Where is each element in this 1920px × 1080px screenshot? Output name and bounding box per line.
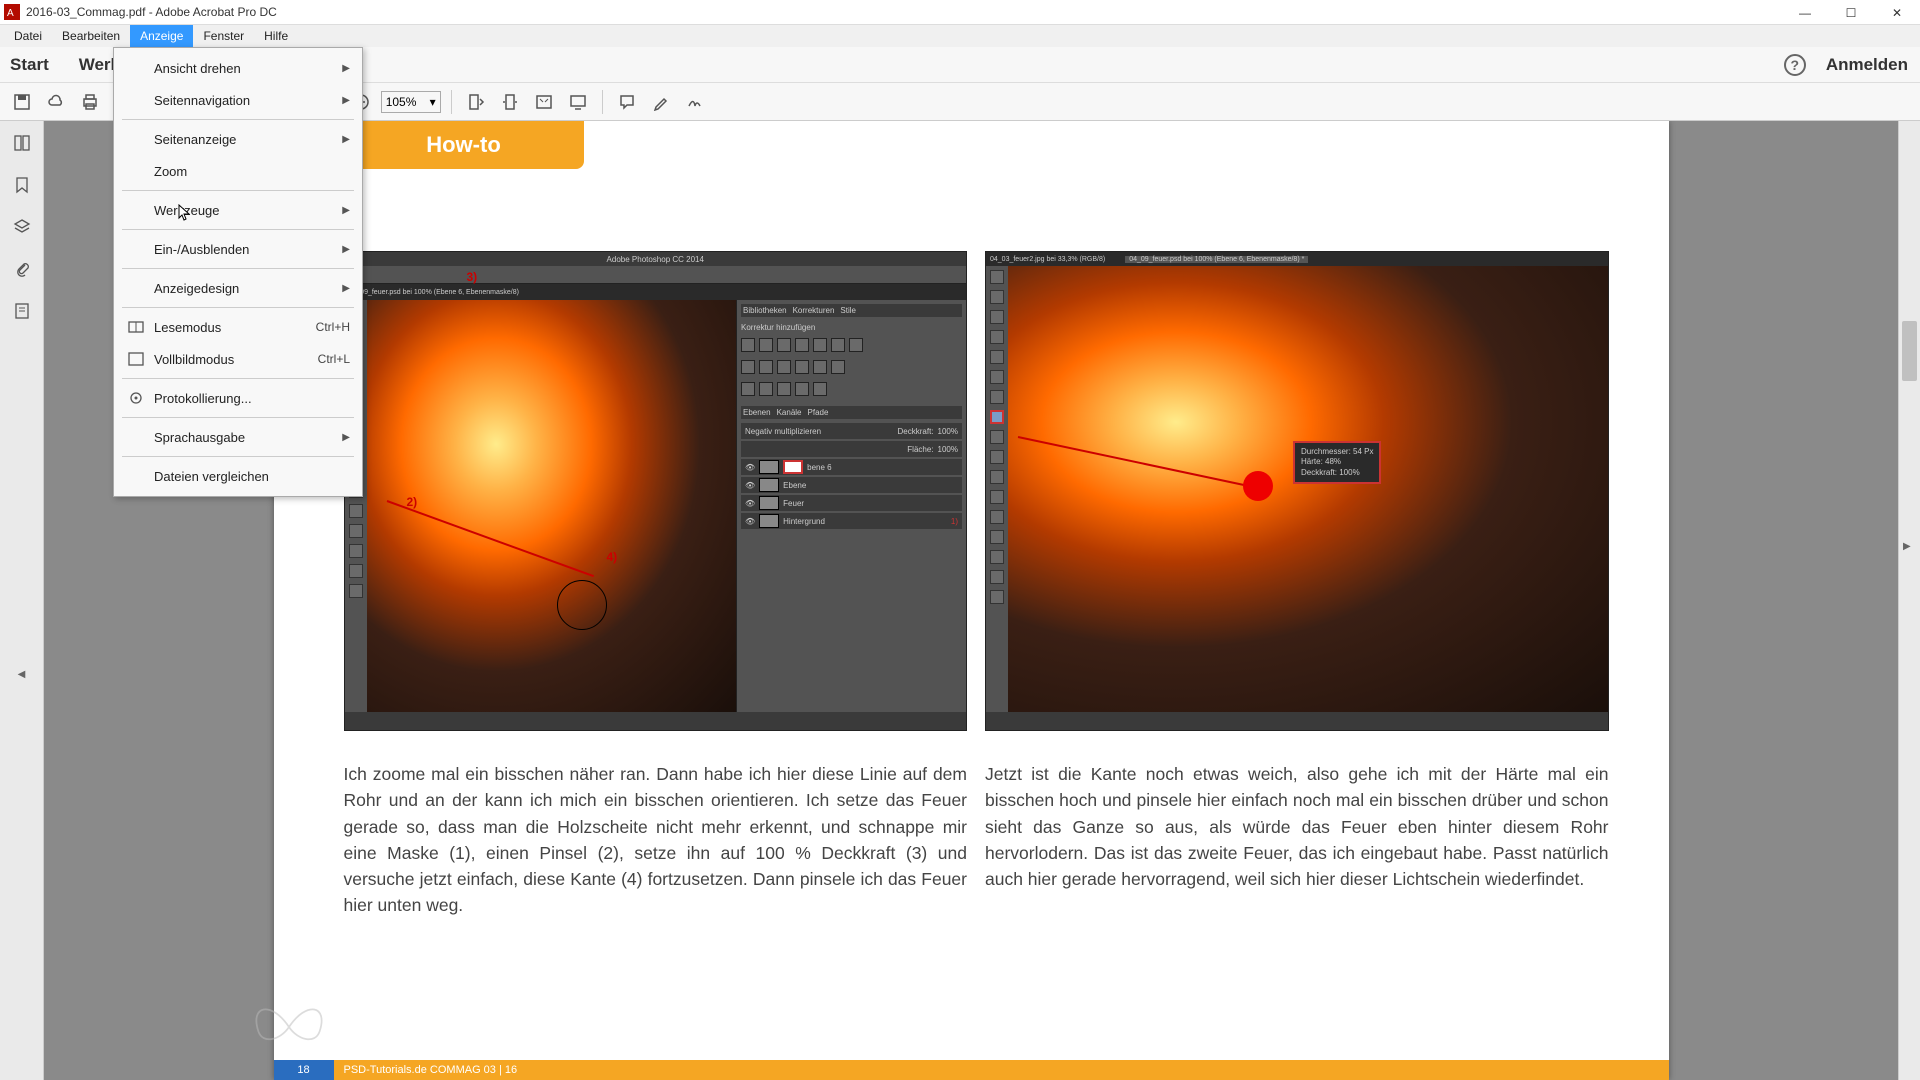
chevron-down-icon: ▾ xyxy=(430,95,436,109)
brush-dot-icon xyxy=(1243,471,1273,501)
signin-link[interactable]: Anmelden xyxy=(1826,55,1908,75)
ps-canvas-left: 2) 4) 3) xyxy=(367,300,737,712)
window-title: 2016-03_Commag.pdf - Adobe Acrobat Pro D… xyxy=(26,5,277,19)
attachments-icon[interactable] xyxy=(10,257,34,281)
scroll-thumb[interactable] xyxy=(1902,321,1917,381)
menu-zoom[interactable]: Zoom xyxy=(114,155,362,187)
collapse-left-icon[interactable]: ◀ xyxy=(18,669,26,680)
page-footer: 18 PSD-Tutorials.de COMMAG 03 | 16 xyxy=(274,1060,1669,1080)
brush-cursor-icon xyxy=(557,580,607,630)
ps-title: Adobe Photoshop CC 2014 xyxy=(345,252,967,266)
left-nav-panel: ◀ xyxy=(0,121,44,1080)
footer-text: PSD-Tutorials.de COMMAG 03 | 16 xyxy=(334,1060,1669,1080)
shortcut-text: Ctrl+H xyxy=(316,320,350,334)
menu-protokollierung[interactable]: Protokollierung... xyxy=(114,382,362,414)
menu-bearbeiten[interactable]: Bearbeiten xyxy=(52,25,130,47)
ps-panels-left: BibliothekenKorrekturenStile Korrektur h… xyxy=(736,300,966,712)
app-icon: A xyxy=(4,4,20,20)
highlight-icon[interactable] xyxy=(647,88,675,116)
howto-tab: How-to xyxy=(344,121,584,169)
menu-fenster[interactable]: Fenster xyxy=(193,25,254,47)
menu-datei[interactable]: Datei xyxy=(4,25,52,47)
tab-start[interactable]: Start xyxy=(10,55,49,75)
body-text: Ich zoome mal ein bisschen näher ran. Da… xyxy=(344,761,1609,919)
menubar: Datei Bearbeiten Anzeige Fenster Hilfe xyxy=(0,25,1920,47)
menu-seitennavigation[interactable]: Seitennavigation▶ xyxy=(114,84,362,116)
submenu-arrow-icon: ▶ xyxy=(342,244,350,255)
ps-canvas-right: Durchmesser: 54 Px Härte: 48% Deckkraft:… xyxy=(1008,266,1608,712)
pdf-page: How-to Adobe Photoshop CC 2014 04_09_feu… xyxy=(274,121,1669,1080)
menu-seitenanzeige[interactable]: Seitenanzeige▶ xyxy=(114,123,362,155)
fit-page-icon[interactable] xyxy=(462,88,490,116)
zoom-select[interactable]: 105% ▾ xyxy=(381,91,441,113)
fit-width-icon[interactable] xyxy=(496,88,524,116)
menu-vollbildmodus[interactable]: VollbildmodusCtrl+L xyxy=(114,343,362,375)
expand-right-icon[interactable]: ▶ xyxy=(1903,541,1911,552)
ps-options-bar xyxy=(345,266,967,284)
cloud-icon[interactable] xyxy=(42,88,70,116)
submenu-arrow-icon: ▶ xyxy=(342,134,350,145)
butterfly-watermark-icon xyxy=(244,992,334,1062)
menu-einausblenden[interactable]: Ein-/Ausblenden▶ xyxy=(114,233,362,265)
menu-hilfe[interactable]: Hilfe xyxy=(254,25,298,47)
footer-page-number: 18 xyxy=(274,1060,334,1080)
presentation-icon[interactable] xyxy=(564,88,592,116)
titlebar: A 2016-03_Commag.pdf - Adobe Acrobat Pro… xyxy=(0,0,1920,25)
tracker-icon xyxy=(126,388,146,408)
zoom-value: 105% xyxy=(386,95,417,109)
articles-icon[interactable] xyxy=(10,299,34,323)
thumbnails-icon[interactable] xyxy=(10,131,34,155)
minimize-button[interactable]: — xyxy=(1782,0,1828,25)
anzeige-menu: Ansicht drehen▶ Seitennavigation▶ Seiten… xyxy=(113,47,363,497)
menu-ansicht-drehen[interactable]: Ansicht drehen▶ xyxy=(114,52,362,84)
menu-anzeige[interactable]: Anzeige xyxy=(130,25,193,47)
close-button[interactable]: ✕ xyxy=(1874,0,1920,25)
text-col-right: Jetzt ist die Kante noch etwas weich, al… xyxy=(985,761,1609,919)
svg-text:A: A xyxy=(7,8,14,19)
submenu-arrow-icon: ▶ xyxy=(342,63,350,74)
fullscreen-mode-icon xyxy=(126,349,146,369)
submenu-arrow-icon: ▶ xyxy=(342,283,350,294)
brush-tool-icon xyxy=(990,410,1004,424)
shortcut-text: Ctrl+L xyxy=(318,352,350,366)
ps-tabs-right: 04_03_feuer2.jpg bei 33,3% (RGB/8) 04_09… xyxy=(986,252,1608,266)
signature-icon[interactable] xyxy=(681,88,709,116)
screenshot-left: Adobe Photoshop CC 2014 04_09_feuer.psd … xyxy=(344,251,968,731)
menu-dateien-vergleichen[interactable]: Dateien vergleichen xyxy=(114,460,362,492)
menu-sprachausgabe[interactable]: Sprachausgabe▶ xyxy=(114,421,362,453)
text-col-left: Ich zoome mal ein bisschen näher ran. Da… xyxy=(344,761,968,919)
brush-tooltip: Durchmesser: 54 Px Härte: 48% Deckkraft:… xyxy=(1293,441,1381,484)
screenshot-right: 04_03_feuer2.jpg bei 33,3% (RGB/8) 04_09… xyxy=(985,251,1609,731)
scrollbar[interactable]: ▶ xyxy=(1898,121,1920,1080)
submenu-arrow-icon: ▶ xyxy=(342,95,350,106)
maximize-button[interactable]: ☐ xyxy=(1828,0,1874,25)
submenu-arrow-icon: ▶ xyxy=(342,432,350,443)
fullscreen-icon[interactable] xyxy=(530,88,558,116)
comment-icon[interactable] xyxy=(613,88,641,116)
submenu-arrow-icon: ▶ xyxy=(342,205,350,216)
bookmarks-icon[interactable] xyxy=(10,173,34,197)
ps-tab: 04_09_feuer.psd bei 100% (Ebene 6, Ebene… xyxy=(345,284,967,300)
menu-anzeigedesign[interactable]: Anzeigedesign▶ xyxy=(114,272,362,304)
menu-lesemodus[interactable]: LesemodusCtrl+H xyxy=(114,311,362,343)
help-icon[interactable]: ? xyxy=(1784,54,1806,76)
read-mode-icon xyxy=(126,317,146,337)
save-icon[interactable] xyxy=(8,88,36,116)
print-icon[interactable] xyxy=(76,88,104,116)
menu-werkzeuge[interactable]: Werkzeuge▶ xyxy=(114,194,362,226)
ps-tools-right xyxy=(986,266,1008,712)
layers-nav-icon[interactable] xyxy=(10,215,34,239)
